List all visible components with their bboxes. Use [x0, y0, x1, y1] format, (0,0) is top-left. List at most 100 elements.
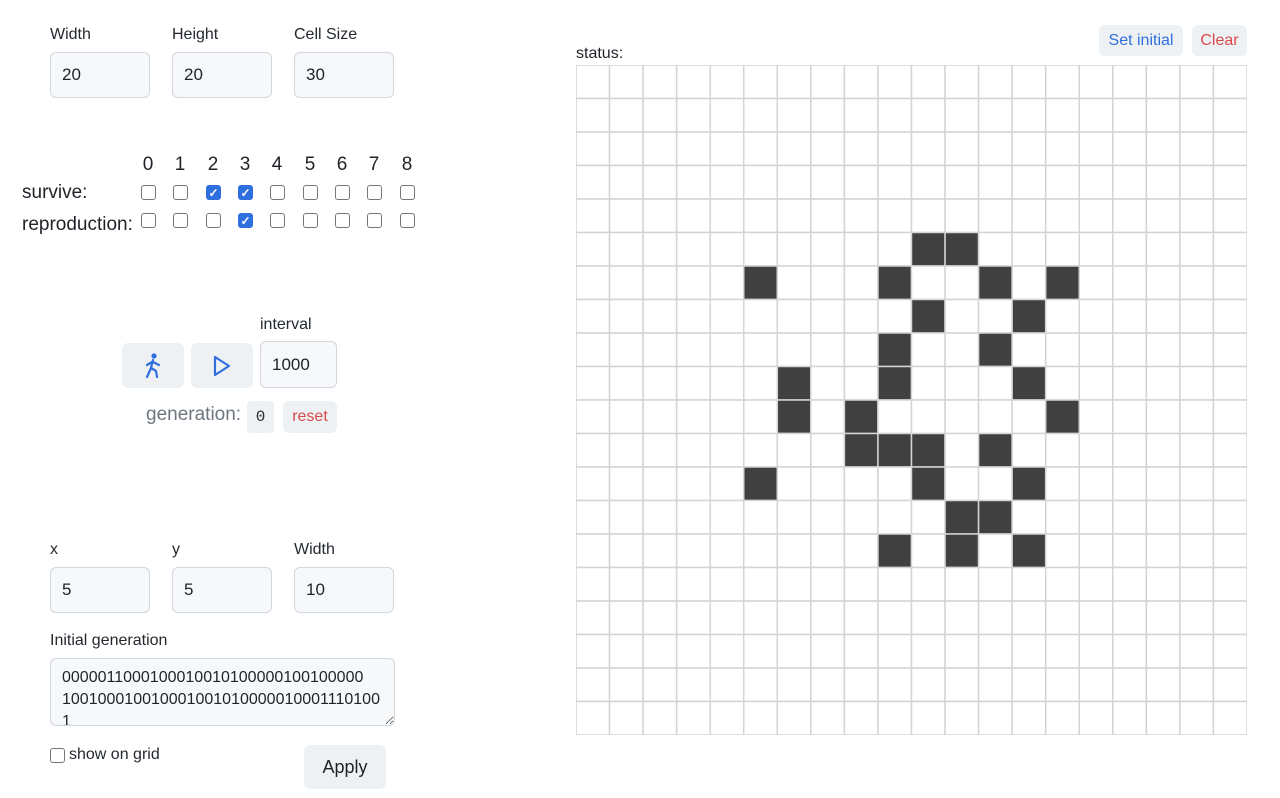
dead-cell[interactable]	[1011, 432, 1047, 468]
dead-cell[interactable]	[576, 499, 611, 535]
dead-cell[interactable]	[675, 533, 711, 569]
dead-cell[interactable]	[810, 566, 846, 602]
dead-cell[interactable]	[642, 97, 678, 133]
dead-cell[interactable]	[743, 399, 779, 435]
region-width-input[interactable]	[294, 567, 394, 613]
dead-cell[interactable]	[1078, 231, 1114, 267]
reproduction-checkbox-6[interactable]	[335, 213, 350, 228]
dead-cell[interactable]	[608, 97, 644, 133]
dead-cell[interactable]	[576, 164, 611, 200]
dead-cell[interactable]	[1145, 600, 1181, 636]
dead-cell[interactable]	[910, 667, 946, 703]
initial-generation-textarea[interactable]: 0000011000100010010100000100100000 10010…	[50, 658, 395, 726]
dead-cell[interactable]	[642, 265, 678, 301]
dead-cell[interactable]	[977, 131, 1013, 167]
dead-cell[interactable]	[576, 600, 611, 636]
dead-cell[interactable]	[877, 700, 913, 736]
dead-cell[interactable]	[1044, 667, 1081, 703]
dead-cell[interactable]	[1212, 633, 1247, 669]
dead-cell[interactable]	[709, 164, 745, 200]
dead-cell[interactable]	[910, 97, 946, 133]
dead-cell[interactable]	[910, 633, 946, 669]
dead-cell[interactable]	[1044, 633, 1081, 669]
dead-cell[interactable]	[877, 600, 913, 636]
dead-cell[interactable]	[1112, 198, 1148, 234]
dead-cell[interactable]	[1112, 399, 1148, 435]
dead-cell[interactable]	[877, 198, 913, 234]
dead-cell[interactable]	[1212, 432, 1247, 468]
dead-cell[interactable]	[1179, 198, 1215, 234]
dead-cell[interactable]	[810, 198, 846, 234]
dead-cell[interactable]	[675, 700, 711, 736]
live-cell[interactable]	[877, 365, 913, 401]
dead-cell[interactable]	[1078, 164, 1114, 200]
dead-cell[interactable]	[877, 466, 913, 502]
reproduction-checkbox-5[interactable]	[303, 213, 318, 228]
live-cell[interactable]	[877, 533, 913, 569]
dead-cell[interactable]	[1212, 164, 1247, 200]
dead-cell[interactable]	[608, 399, 644, 435]
dead-cell[interactable]	[1179, 131, 1215, 167]
dead-cell[interactable]	[642, 65, 678, 100]
dead-cell[interactable]	[608, 164, 644, 200]
survive-checkbox-6[interactable]	[335, 185, 350, 200]
survive-checkbox-4[interactable]	[270, 185, 285, 200]
dead-cell[interactable]	[910, 164, 946, 200]
dead-cell[interactable]	[1112, 432, 1148, 468]
dead-cell[interactable]	[743, 432, 779, 468]
dead-cell[interactable]	[1145, 466, 1181, 502]
dead-cell[interactable]	[675, 65, 711, 100]
reproduction-checkbox-1[interactable]	[173, 213, 188, 228]
dead-cell[interactable]	[743, 633, 779, 669]
live-cell[interactable]	[1011, 466, 1047, 502]
dead-cell[interactable]	[1011, 265, 1047, 301]
dead-cell[interactable]	[1179, 365, 1215, 401]
dead-cell[interactable]	[709, 131, 745, 167]
play-button[interactable]	[191, 343, 253, 388]
dead-cell[interactable]	[675, 164, 711, 200]
dead-cell[interactable]	[608, 231, 644, 267]
dead-cell[interactable]	[910, 700, 946, 736]
dead-cell[interactable]	[1179, 667, 1215, 703]
dead-cell[interactable]	[642, 499, 678, 535]
dead-cell[interactable]	[776, 265, 812, 301]
dead-cell[interactable]	[1145, 131, 1181, 167]
region-y-input[interactable]	[172, 567, 272, 613]
dead-cell[interactable]	[1011, 399, 1047, 435]
dead-cell[interactable]	[877, 131, 913, 167]
dead-cell[interactable]	[1212, 466, 1247, 502]
dead-cell[interactable]	[642, 332, 678, 368]
dead-cell[interactable]	[776, 466, 812, 502]
dead-cell[interactable]	[877, 164, 913, 200]
dead-cell[interactable]	[944, 633, 980, 669]
dead-cell[interactable]	[576, 566, 611, 602]
dead-cell[interactable]	[675, 466, 711, 502]
dead-cell[interactable]	[576, 365, 611, 401]
dead-cell[interactable]	[743, 566, 779, 602]
dead-cell[interactable]	[1078, 633, 1114, 669]
live-cell[interactable]	[877, 265, 913, 301]
dead-cell[interactable]	[1011, 198, 1047, 234]
dead-cell[interactable]	[608, 633, 644, 669]
survive-checkbox-7[interactable]	[367, 185, 382, 200]
dead-cell[interactable]	[608, 533, 644, 569]
dead-cell[interactable]	[776, 700, 812, 736]
life-grid[interactable]	[576, 65, 1247, 735]
dead-cell[interactable]	[910, 365, 946, 401]
dead-cell[interactable]	[1212, 667, 1247, 703]
live-cell[interactable]	[977, 332, 1013, 368]
dead-cell[interactable]	[743, 667, 779, 703]
dead-cell[interactable]	[642, 432, 678, 468]
dead-cell[interactable]	[776, 298, 812, 334]
dead-cell[interactable]	[642, 164, 678, 200]
dead-cell[interactable]	[675, 499, 711, 535]
dead-cell[interactable]	[1179, 533, 1215, 569]
reproduction-checkbox-7[interactable]	[367, 213, 382, 228]
dead-cell[interactable]	[642, 198, 678, 234]
dead-cell[interactable]	[810, 131, 846, 167]
dead-cell[interactable]	[1145, 365, 1181, 401]
dead-cell[interactable]	[743, 298, 779, 334]
dead-cell[interactable]	[608, 667, 644, 703]
live-cell[interactable]	[910, 466, 946, 502]
dead-cell[interactable]	[1145, 533, 1181, 569]
